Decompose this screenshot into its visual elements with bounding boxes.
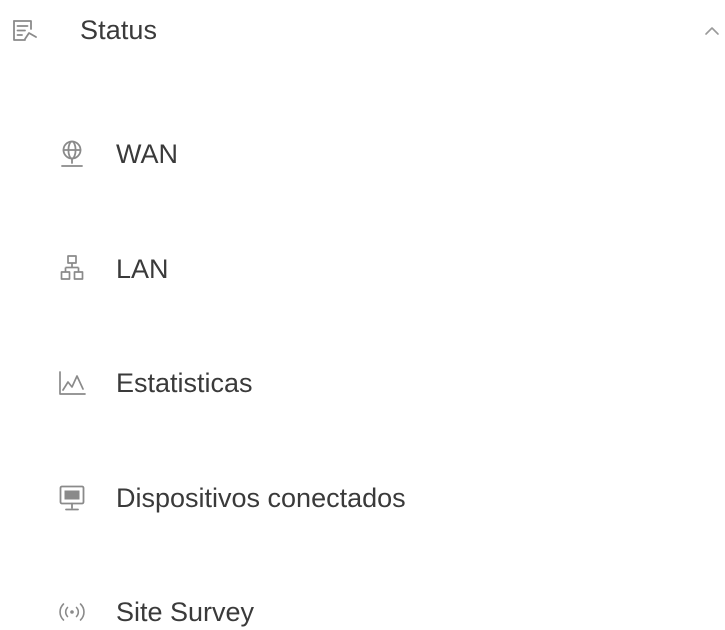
submenu-item-site-survey[interactable]: Site Survey <box>50 582 710 630</box>
submenu-item-dispositivos-conectados[interactable]: Dispositivos conectados <box>50 468 710 528</box>
chevron-up-icon[interactable] <box>703 24 721 38</box>
submenu-item-estatisticas[interactable]: Estatisticas <box>50 353 710 413</box>
network-icon <box>57 254 87 284</box>
status-list-icon <box>12 19 38 43</box>
submenu-item-label-wan: WAN <box>116 139 178 169</box>
submenu-item-lan[interactable]: LAN <box>50 239 710 299</box>
monitor-icon <box>57 483 87 513</box>
submenu-item-label-dispositivos-conectados: Dispositivos conectados <box>116 483 406 513</box>
submenu-item-label-site-survey: Site Survey <box>116 597 255 627</box>
line-chart-icon <box>57 368 87 398</box>
submenu-item-label-estatisticas: Estatisticas <box>116 368 253 398</box>
submenu-item-label-lan: LAN <box>116 254 169 284</box>
status-menu-header[interactable]: Status <box>0 0 725 62</box>
wireless-signal-icon <box>57 597 87 627</box>
globe-icon <box>57 139 87 169</box>
submenu-item-wan[interactable]: WAN <box>50 124 710 184</box>
status-menu-title: Status <box>80 15 158 45</box>
